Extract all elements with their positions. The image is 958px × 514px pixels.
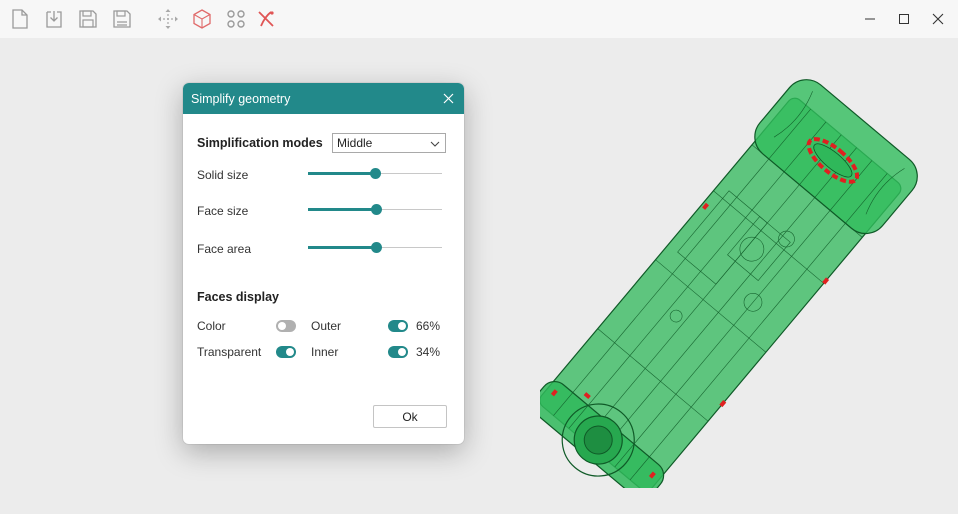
toggle-knob	[286, 348, 294, 356]
face-size-slider[interactable]	[308, 204, 442, 216]
save-as-icon[interactable]	[111, 8, 133, 30]
viewport-3d[interactable]	[0, 38, 958, 514]
toggle-knob	[398, 322, 406, 330]
dialog-header: Simplify geometry	[183, 83, 464, 114]
transparent-label: Transparent	[197, 345, 262, 359]
face-area-label: Face area	[197, 242, 252, 256]
slider-fill	[308, 172, 375, 175]
chevron-down-icon	[430, 138, 440, 152]
import-icon[interactable]	[43, 8, 65, 30]
simplification-mode-select[interactable]: Middle	[332, 133, 446, 153]
slider-thumb[interactable]	[371, 204, 383, 215]
inner-label: Inner	[311, 345, 339, 359]
slider-thumb[interactable]	[370, 168, 381, 179]
inner-percent: 34%	[416, 345, 441, 359]
solid-size-slider[interactable]	[308, 168, 442, 180]
outer-label: Outer	[311, 319, 342, 333]
outer-toggle[interactable]	[388, 320, 408, 332]
face-size-label: Face size	[197, 204, 249, 218]
outer-percent: 66%	[416, 319, 441, 333]
simplify-geometry-dialog: Simplify geometry Simplification modes M…	[183, 83, 464, 444]
close-icon[interactable]	[927, 8, 949, 30]
box-3d-icon[interactable]	[191, 8, 213, 30]
simplification-mode-value: Middle	[337, 136, 373, 150]
ok-button[interactable]: Ok	[373, 405, 447, 428]
slider-fill	[308, 208, 377, 211]
dialog-title: Simplify geometry	[191, 91, 291, 106]
components-icon[interactable]	[225, 8, 247, 30]
faces-display-label: Faces display	[197, 290, 279, 304]
face-area-slider[interactable]	[308, 242, 442, 254]
solid-size-label: Solid size	[197, 168, 249, 182]
slider-fill	[308, 246, 377, 249]
dialog-close-icon[interactable]	[441, 91, 456, 106]
transparent-toggle[interactable]	[276, 346, 296, 358]
move-icon[interactable]	[157, 8, 179, 30]
new-file-icon[interactable]	[9, 8, 31, 30]
cad-model[interactable]	[540, 78, 920, 488]
cut-icon[interactable]	[255, 8, 277, 30]
simplification-modes-label: Simplification modes	[197, 136, 323, 150]
color-toggle[interactable]	[276, 320, 296, 332]
toggle-knob	[278, 322, 286, 330]
save-icon[interactable]	[77, 8, 99, 30]
maximize-icon[interactable]	[893, 8, 915, 30]
toolbar	[0, 0, 958, 38]
slider-thumb[interactable]	[371, 242, 383, 253]
minimize-icon[interactable]	[859, 8, 881, 30]
color-label: Color	[197, 319, 226, 333]
inner-toggle[interactable]	[388, 346, 408, 358]
toggle-knob	[398, 348, 406, 356]
